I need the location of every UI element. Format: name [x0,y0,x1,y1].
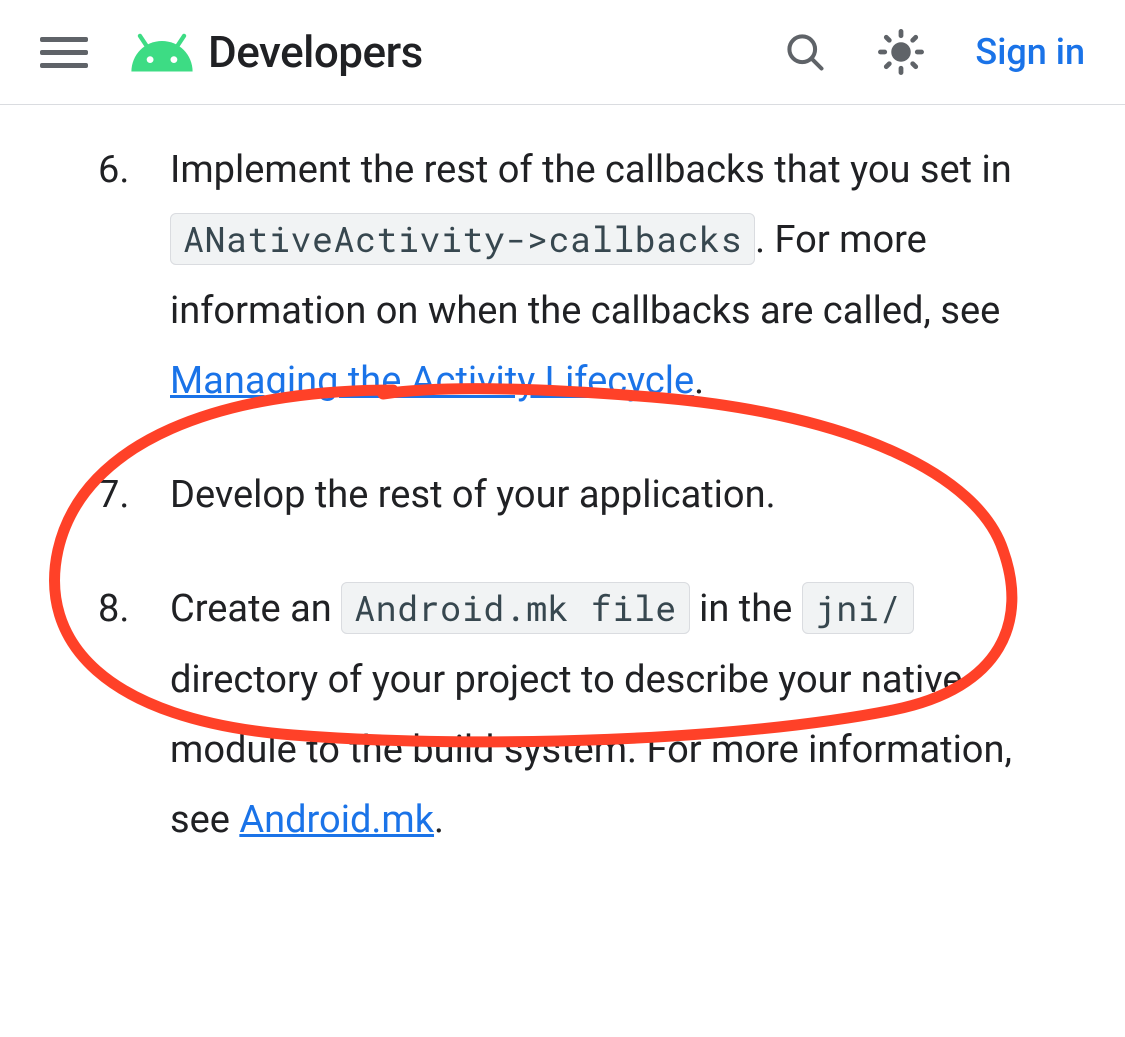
inline-code: ANativeActivity->callbacks [170,213,755,265]
step-text: . [694,359,704,403]
search-icon[interactable] [783,30,827,74]
step-text: . [434,798,444,842]
android-icon [128,32,196,72]
theme-toggle-icon[interactable] [875,26,927,78]
list-item: Develop the rest of your application. [70,460,1055,530]
list-item: Implement the rest of the callbacks that… [70,135,1055,416]
header-actions: Sign in [783,26,1085,78]
inline-code: jni/ [802,582,914,634]
brand-logo[interactable]: Developers [128,26,423,78]
androidmk-link[interactable]: Android.mk [239,798,434,842]
menu-icon[interactable] [40,24,96,80]
step-text: in the [690,587,802,631]
article-content: Implement the rest of the callbacks that… [0,105,1125,856]
sign-in-link[interactable]: Sign in [975,31,1085,73]
header-bar: Developers [0,0,1125,105]
step-text: Create an [170,587,341,631]
step-text: Develop the rest of your application. [170,473,776,517]
inline-code: Android.mk file [341,582,690,634]
lifecycle-link[interactable]: Managing the Activity Lifecycle [170,359,694,403]
steps-list: Implement the rest of the callbacks that… [70,135,1055,856]
step-text: Implement the rest of the callbacks that… [170,148,1012,192]
list-item: Create an Android.mk file in the jni/ di… [70,574,1055,855]
brand-text: Developers [208,26,423,78]
